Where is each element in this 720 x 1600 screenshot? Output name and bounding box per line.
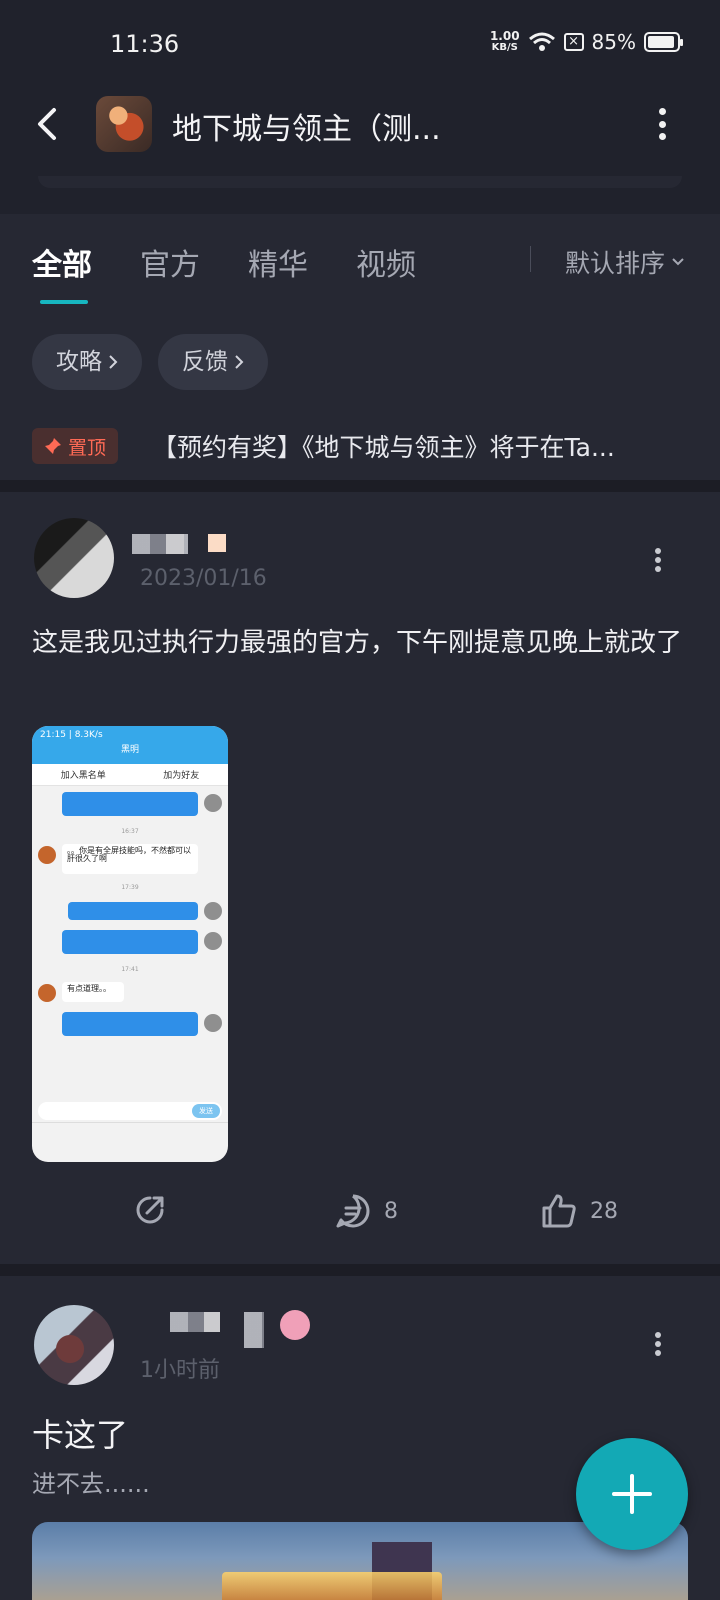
shot-avatar: [204, 794, 222, 812]
filter-tabs: 全部 官方 精华 视频 默认排序: [0, 214, 720, 314]
comment-button[interactable]: 8: [334, 1192, 398, 1230]
wifi-icon: [528, 32, 555, 51]
shot-nav: [32, 1122, 228, 1162]
post-image[interactable]: [32, 1522, 688, 1600]
shot-chat-name: 黑明: [120, 745, 139, 755]
shot-status: 21:15 | 8.3K/s: [40, 730, 103, 740]
page-title: 地下城与领主（测...: [172, 112, 441, 147]
shot-message: 有点道理。。: [62, 982, 124, 1002]
share-button[interactable]: [132, 1192, 168, 1228]
shot-message: [62, 930, 198, 954]
post-subtitle[interactable]: 进不去......: [32, 1464, 150, 1499]
post-date: 1小时前: [140, 1358, 220, 1383]
header-card-edge: [38, 176, 682, 188]
back-arrow-icon[interactable]: [28, 104, 68, 144]
shot-header: 21:15 | 8.3K/s 黑明: [32, 726, 228, 764]
shot-message: [62, 1012, 198, 1036]
post-date: 2023/01/16: [140, 566, 267, 591]
more-vertical-icon[interactable]: [654, 1332, 662, 1356]
post-title[interactable]: 卡这了: [32, 1410, 128, 1456]
more-vertical-icon[interactable]: [656, 108, 668, 140]
username-blurred: [132, 534, 188, 554]
shot-add-friend-button: 加为好友: [163, 771, 200, 781]
chip-feedback[interactable]: 反馈: [158, 334, 268, 390]
section-divider: [0, 1264, 720, 1276]
sort-dropdown[interactable]: 默认排序: [565, 244, 685, 280]
shot-message: [62, 792, 198, 816]
status-icons: 1.00 KB/S × 85%: [490, 30, 683, 54]
tab-video[interactable]: 视频: [356, 240, 416, 284]
pinned-badge-label: 置顶: [68, 436, 107, 459]
section-divider: [0, 480, 720, 492]
shot-message: 。。你是有全屏技能吗，不然都可以肝很久了啊: [62, 844, 198, 874]
tab-all[interactable]: 全部: [32, 240, 92, 284]
battery-percent: 85%: [591, 30, 636, 54]
username-blurred: [170, 1312, 220, 1332]
shot-avatar: [38, 846, 56, 864]
chevron-down-icon: [672, 258, 684, 266]
game-logo-image: [222, 1572, 442, 1600]
more-vertical-icon[interactable]: [654, 548, 662, 572]
shot-avatar: [204, 902, 222, 920]
shot-send-button: 发送: [192, 1104, 220, 1118]
thumbs-up-icon: [542, 1194, 576, 1228]
shot-avatar: [204, 932, 222, 950]
pinned-title: 【预约有奖】《地下城与领主》将于在Ta...: [152, 433, 615, 462]
post-image[interactable]: 21:15 | 8.3K/s 黑明 加入黑名单 加为好友 16:37 。。你是有…: [32, 726, 228, 1162]
shot-block-button: 加入黑名单: [60, 771, 106, 781]
shot-action-bar: 加入黑名单 加为好友: [32, 764, 228, 786]
network-speed-unit: KB/S: [491, 42, 518, 53]
network-speed-value: 1.00: [489, 29, 520, 43]
pin-icon: [45, 438, 61, 454]
shot-time: 17:41: [121, 966, 139, 973]
pinned-post[interactable]: 置顶 【预约有奖】《地下城与领主》将于在Ta...: [32, 426, 692, 466]
comment-icon: [336, 1194, 370, 1228]
chevron-right-icon: [109, 355, 118, 369]
no-sim-icon: ×: [563, 33, 584, 51]
tab-official[interactable]: 官方: [140, 240, 200, 284]
post-body[interactable]: 这是我见过执行力最强的官方，下午刚提意见晚上就改了: [32, 622, 692, 664]
chip-feedback-label: 反馈: [182, 349, 228, 375]
tab-divider: [530, 246, 531, 272]
battery-icon: [644, 32, 683, 52]
user-badge: [208, 534, 226, 552]
app-header: 地下城与领主（测...: [0, 84, 720, 214]
network-speed: 1.00 KB/S: [490, 30, 520, 54]
post-actions: 8 28: [0, 1188, 720, 1238]
like-button[interactable]: 28: [540, 1192, 618, 1230]
shot-avatar: [38, 984, 56, 1002]
shot-avatar: [204, 1014, 222, 1032]
username-blurred: [244, 1312, 264, 1348]
shot-time: 16:37: [121, 828, 139, 835]
share-icon: [136, 1196, 164, 1224]
status-time: 11:36: [110, 30, 180, 58]
avatar[interactable]: [34, 1305, 114, 1385]
chip-guide-label: 攻略: [56, 349, 102, 375]
shot-message: [68, 902, 198, 920]
status-bar: 11:36 1.00 KB/S × 85%: [0, 0, 720, 84]
user-badge: [280, 1310, 310, 1340]
like-count: 28: [590, 1198, 618, 1224]
comment-count: 8: [384, 1198, 398, 1224]
tab-featured[interactable]: 精华: [248, 240, 308, 284]
pinned-badge: 置顶: [32, 428, 119, 464]
game-icon[interactable]: [96, 96, 152, 152]
chevron-right-icon: [235, 355, 244, 369]
plus-icon[interactable]: [576, 1438, 688, 1550]
shot-time: 17:39: [121, 884, 139, 891]
active-tab-indicator: [40, 300, 88, 304]
chip-guide[interactable]: 攻略: [32, 334, 142, 390]
sort-label: 默认排序: [565, 249, 666, 278]
avatar[interactable]: [34, 518, 114, 598]
